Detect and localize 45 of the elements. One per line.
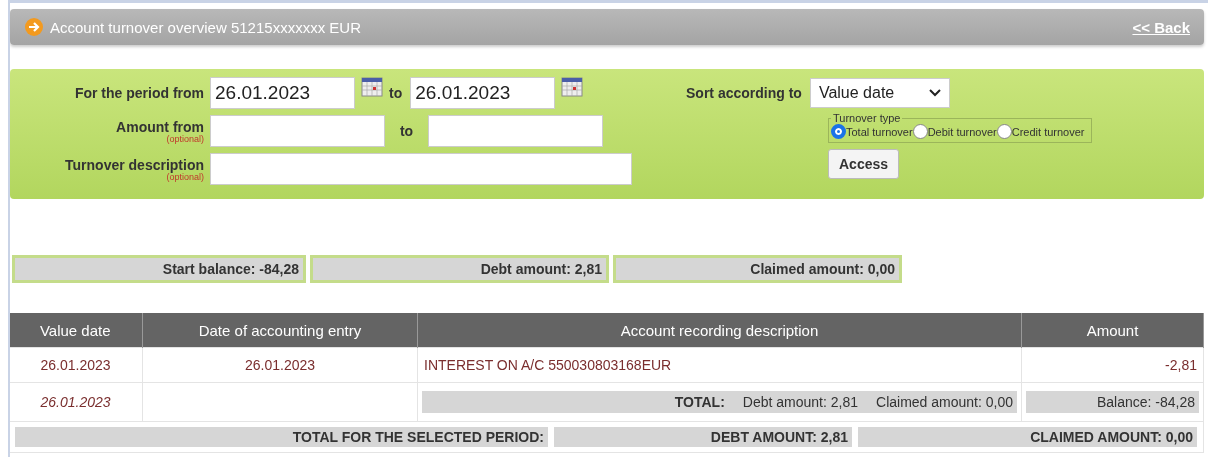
sort-dropdown[interactable]: Value date — [809, 78, 950, 108]
radio-button[interactable] — [996, 124, 1012, 139]
page-title: Account turnover overview 51215xxxxxxx EUR — [50, 18, 362, 36]
summary-total: Debt amount: 2,81 — [310, 255, 609, 283]
field-label: For the period from — [74, 85, 204, 101]
summary-total: Claimed amount: 0,00 — [613, 255, 902, 283]
amount-field[interactable] — [210, 115, 385, 147]
optional-hint: (optional) — [166, 172, 204, 182]
optional-hint: (optional) — [166, 134, 204, 144]
to-label: to — [398, 123, 415, 139]
debt-total: Debt amount: 2,81 — [742, 394, 859, 410]
radio-label[interactable]: Total turnover — [846, 125, 913, 138]
table-cell: -2,81 — [1021, 347, 1204, 383]
balance-total: Balance: -84,28 — [1026, 391, 1199, 413]
radio-button[interactable] — [831, 124, 846, 139]
date-field[interactable]: 26.01.2023 — [410, 77, 556, 109]
claimed-total: Claimed amount: 0,00 — [876, 394, 1013, 410]
calendar-icon[interactable] — [361, 77, 383, 97]
calendar-icon[interactable] — [561, 77, 584, 97]
chevron-icon — [928, 89, 941, 97]
table-cell: 26.01.2023 — [10, 382, 143, 422]
column-header: Account recording description — [417, 313, 1022, 348]
period-debt-total: DEBT AMOUNT: 2,81 — [554, 427, 852, 447]
column-header: Date of accounting entry — [142, 313, 418, 348]
description-field[interactable] — [210, 153, 632, 185]
field-label: Turnover description — [65, 156, 204, 173]
period-total-label: TOTAL FOR THE SELECTED PERIOD: — [15, 427, 548, 447]
group-legend: Turnover type — [831, 112, 903, 124]
table-cell: 26.01.2023 — [142, 347, 418, 383]
date-field[interactable]: 26.01.2023 — [210, 77, 355, 109]
amount-field[interactable] — [428, 115, 603, 147]
summary-total: Start balance: -84,28 — [12, 255, 306, 283]
to-label: to — [389, 85, 403, 101]
table-cell: 26.01.2023 — [10, 347, 143, 383]
column-header: Value date — [10, 313, 143, 348]
radio-button[interactable] — [912, 124, 928, 139]
table-cell: INTEREST ON A/C 550030803168EUR — [417, 347, 1022, 383]
field-label: Amount from — [116, 118, 204, 135]
period-claimed-total: CLAIMED AMOUNT: 0,00 — [858, 427, 1197, 447]
radio-label[interactable]: Debit turnover — [927, 125, 997, 138]
field-label: Sort according to — [686, 85, 802, 101]
access-button[interactable]: Access — [828, 149, 900, 179]
total-label: TOTAL: — [674, 394, 725, 410]
radio-label[interactable]: Credit turnover — [1011, 125, 1085, 138]
column-header: Amount — [1021, 313, 1204, 348]
